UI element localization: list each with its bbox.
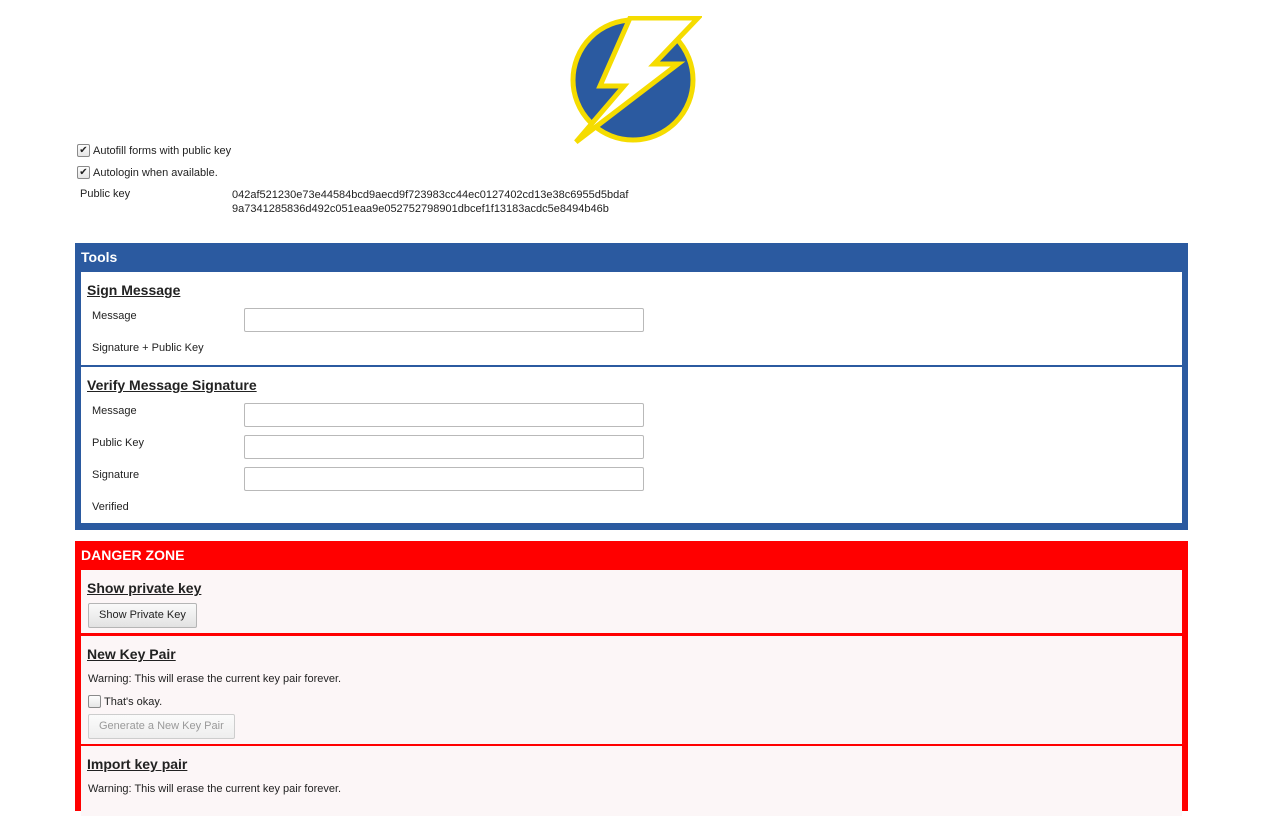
verify-public-key-input[interactable] — [244, 435, 644, 459]
import-key-pair-section: Import key pair Warning: This will erase… — [81, 746, 1182, 816]
verify-signature-section: Verify Message Signature Message Public … — [81, 367, 1182, 523]
tools-title: Tools — [81, 249, 118, 265]
autologin-checkbox[interactable]: ✔ — [77, 166, 90, 179]
verified-label: Verified — [92, 501, 129, 513]
signature-public-key-label: Signature + Public Key — [92, 342, 204, 354]
autologin-label: Autologin when available. — [93, 166, 218, 179]
verify-public-key-label: Public Key — [92, 437, 144, 449]
autofill-checkbox[interactable]: ✔ — [77, 144, 90, 157]
danger-zone-title: DANGER ZONE — [81, 547, 185, 563]
sign-message-input[interactable] — [244, 308, 644, 332]
verify-signature-title: Verify Message Signature — [87, 377, 257, 393]
sign-message-title: Sign Message — [87, 282, 181, 298]
show-private-key-section: Show private key Show Private Key — [81, 570, 1182, 633]
confirm-label: That's okay. — [104, 695, 163, 708]
public-key-value: 042af521230e73e44584bcd9aecd9f723983cc44… — [232, 189, 629, 215]
show-private-key-button[interactable]: Show Private Key — [88, 603, 197, 628]
autofill-option[interactable]: ✔ Autofill forms with public key — [77, 144, 231, 157]
danger-zone-panel: DANGER ZONE Show private key Show Privat… — [75, 541, 1188, 816]
lightning-logo — [570, 15, 704, 146]
autologin-option[interactable]: ✔ Autologin when available. — [77, 166, 218, 179]
verify-signature-input[interactable] — [244, 467, 644, 491]
generate-key-pair-button[interactable]: Generate a New Key Pair — [88, 714, 235, 739]
verify-message-label: Message — [92, 405, 137, 417]
import-key-pair-title: Import key pair — [87, 756, 188, 772]
new-key-pair-title: New Key Pair — [87, 646, 176, 662]
import-key-pair-warning: Warning: This will erase the current key… — [88, 783, 342, 795]
verify-message-input[interactable] — [244, 403, 644, 427]
tools-panel: Tools Sign Message Message Signature + P… — [75, 243, 1188, 530]
confirm-checkbox[interactable] — [88, 695, 101, 708]
new-key-pair-confirm[interactable]: That's okay. — [88, 695, 162, 708]
sign-message-label: Message — [92, 310, 137, 322]
show-private-key-title: Show private key — [87, 580, 202, 596]
autofill-label: Autofill forms with public key — [93, 144, 232, 157]
verify-signature-label: Signature — [92, 469, 140, 481]
new-key-pair-section: New Key Pair Warning: This will erase th… — [81, 636, 1182, 744]
public-key-label: Public key — [80, 188, 131, 200]
new-key-pair-warning: Warning: This will erase the current key… — [88, 673, 342, 685]
sign-message-section: Sign Message Message Signature + Public … — [81, 272, 1182, 365]
